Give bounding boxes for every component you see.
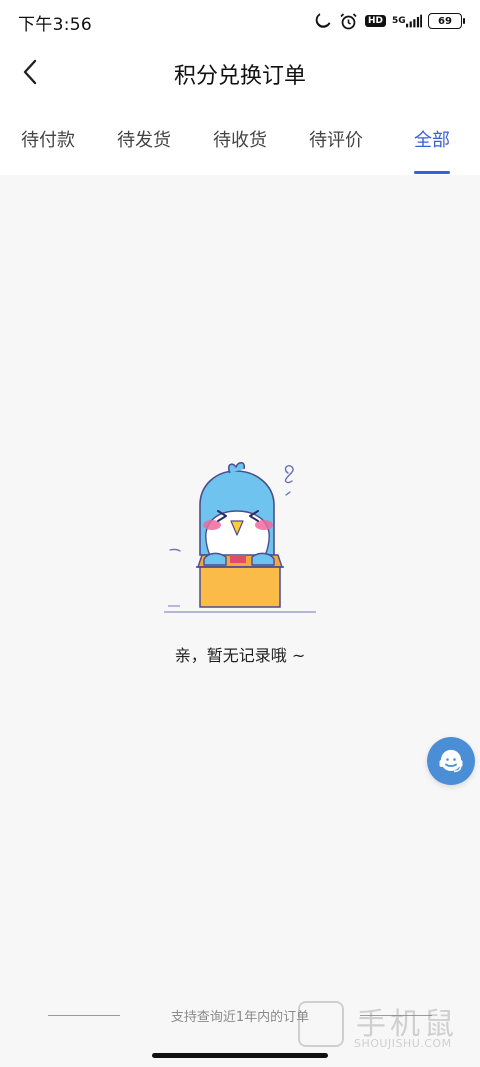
status-icons: HD 5G 69 [313, 9, 465, 33]
battery-level: 69 [438, 15, 452, 27]
hd-icon: HD [364, 15, 386, 27]
moon-icon [313, 11, 333, 31]
tab-pending-review[interactable]: 待评价 [288, 102, 384, 175]
customer-service-button[interactable] [427, 737, 475, 785]
watermark-logo-icon [298, 1001, 344, 1047]
order-tabs: 待付款 待发货 待收货 待评价 全部 [0, 102, 480, 175]
order-list-area [0, 175, 480, 1067]
status-time: 下午3:56 [18, 15, 92, 35]
tab-all[interactable]: 全部 [384, 102, 480, 175]
battery-icon: 69 [428, 13, 465, 29]
tab-pending-receipt[interactable]: 待收货 [192, 102, 288, 175]
customer-service-headset-icon [439, 749, 463, 773]
home-indicator[interactable] [152, 1053, 328, 1058]
status-bar: 下午3:56 HD 5G 69 [0, 0, 480, 42]
watermark-sub-text: SHOUJISHU.COM [354, 1037, 452, 1050]
empty-state-message: 亲，暂无记录哦 ~ [174, 646, 306, 665]
nav-bar: 积分兑换订单 [0, 42, 480, 102]
tab-pending-shipment[interactable]: 待发货 [96, 102, 192, 175]
bird-in-box-illustration [164, 462, 316, 613]
alarm-icon [339, 11, 359, 31]
tab-pending-payment[interactable]: 待付款 [0, 102, 96, 175]
site-watermark: 手机鼠 SHOUJISHU.COM [296, 997, 464, 1055]
page-title: 积分兑换订单 [173, 64, 306, 89]
5g-signal-icon: 5G [392, 11, 422, 31]
